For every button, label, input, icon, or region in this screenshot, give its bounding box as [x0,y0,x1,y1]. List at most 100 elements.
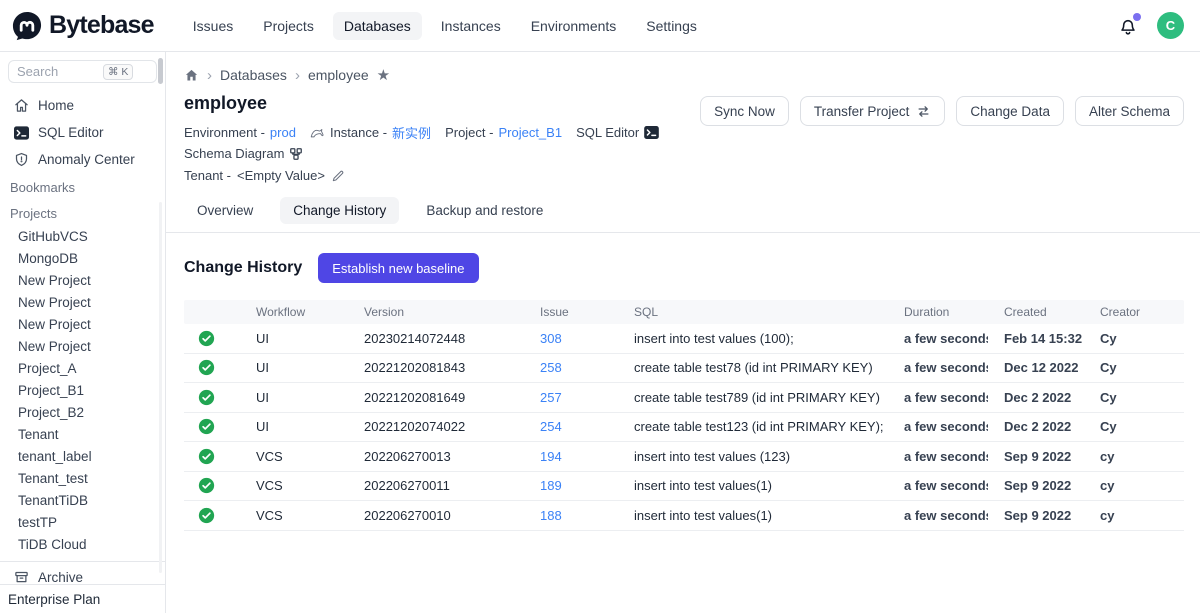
alter-schema-button[interactable]: Alter Schema [1075,96,1184,126]
cell-issue-link[interactable]: 189 [524,478,618,493]
table-header-creator: Creator [1084,305,1184,319]
establish-baseline-button[interactable]: Establish new baseline [318,253,478,283]
cell-issue-link[interactable]: 188 [524,508,618,523]
sidebar-item-sql-editor[interactable]: SQL Editor [8,119,157,146]
cell-issue-link[interactable]: 257 [524,390,618,405]
nav-item-issues[interactable]: Issues [182,12,244,40]
tenant-meta: Tenant - <Empty Value> [184,168,700,183]
change-data-button[interactable]: Change Data [956,96,1064,126]
cell-sql: insert into test values (123) [618,449,888,464]
table-header-duration: Duration [888,305,988,319]
cell-sql: create table test78 (id int PRIMARY KEY) [618,360,888,375]
table-header-sql: SQL [618,305,888,319]
table-row[interactable]: VCS 202206270013 194 insert into test va… [184,442,1184,472]
sidebar-project-item[interactable]: New Project [8,269,157,291]
nav-item-instances[interactable]: Instances [430,12,512,40]
sidebar-project-item[interactable]: tenant_label [8,445,157,467]
swap-arrows-icon [916,104,931,119]
section-title: Change History [184,259,302,277]
cell-issue-link[interactable]: 308 [524,331,618,346]
sidebar-project-item[interactable]: MongoDB [8,247,157,269]
cell-workflow: UI [240,419,348,434]
breadcrumb-item-employee[interactable]: employee [308,67,369,83]
sql-editor-link[interactable]: SQL Editor [576,125,659,140]
project-link[interactable]: Project_B1 [498,125,562,140]
bytebase-logo-icon [12,11,42,41]
table-header-issue: Issue [524,305,618,319]
sidebar-project-item[interactable]: testTP [8,511,157,533]
cell-version: 20221202081843 [348,360,524,375]
sidebar-project-item[interactable]: Project_B2 [8,401,157,423]
breadcrumb-separator: › [295,67,300,84]
projects-section-label: Projects [8,199,157,225]
cell-creator: Cy [1084,360,1184,375]
tab-change-history[interactable]: Change History [280,197,399,224]
tab-overview[interactable]: Overview [184,197,266,224]
table-header-created: Created [988,305,1084,319]
cell-issue-link[interactable]: 254 [524,419,618,434]
nav-item-settings[interactable]: Settings [635,12,708,40]
project-label: Project - [445,125,493,140]
instance-link[interactable]: 新实例 [392,123,431,142]
edit-pencil-icon[interactable] [331,169,345,183]
cell-version: 20221202081649 [348,390,524,405]
sidebar-project-item[interactable]: Tenant_test [8,467,157,489]
breadcrumb-item-databases[interactable]: Databases [220,67,287,83]
table-header-workflow: Workflow [240,305,348,319]
sidebar-project-item[interactable]: TenantTiDB [8,489,157,511]
table-row[interactable]: UI 20221202081649 257 create table test7… [184,383,1184,413]
breadcrumb-separator: › [207,67,212,84]
cell-issue-link[interactable]: 194 [524,449,618,464]
table-row[interactable]: UI 20230214072448 308 insert into test v… [184,324,1184,354]
nav-item-databases[interactable]: Databases [333,12,422,40]
sidebar-project-item[interactable]: Tenant [8,423,157,445]
search-input[interactable] [17,64,103,79]
nav-item-environments[interactable]: Environments [520,12,628,40]
table-row[interactable]: VCS 202206270010 188 insert into test va… [184,501,1184,531]
cell-created: Sep 9 2022 [988,478,1084,493]
plan-label: Enterprise Plan [0,584,165,613]
notification-bell-button[interactable] [1117,15,1139,37]
cell-creator: cy [1084,478,1184,493]
sidebar-project-item[interactable]: New Project [8,291,157,313]
search-box[interactable]: ⌘ K [8,60,157,83]
table-row[interactable]: VCS 202206270011 189 insert into test va… [184,472,1184,502]
database-header: employee Environment - prod [166,84,1200,183]
sidebar-item-home[interactable]: Home [8,92,157,119]
breadcrumb-home-icon[interactable] [184,68,199,83]
schema-diagram-link[interactable]: Schema Diagram [184,146,303,161]
navbar-right: C [1117,12,1184,39]
cell-created: Dec 12 2022 [988,360,1084,375]
cell-workflow: UI [240,360,348,375]
nav-item-projects[interactable]: Projects [252,12,325,40]
cell-issue-link[interactable]: 258 [524,360,618,375]
sidebar-item-label: Anomaly Center [38,152,135,167]
cell-duration: a few seconds [888,508,988,523]
sidebar-item-label: Home [38,98,74,113]
cell-version: 202206270011 [348,478,524,493]
sync-now-button[interactable]: Sync Now [700,96,789,126]
sidebar-project-item[interactable]: GitHubVCS [8,225,157,247]
cell-created: Dec 2 2022 [988,419,1084,434]
cell-creator: Cy [1084,419,1184,434]
sidebar-item-anomaly-center[interactable]: Anomaly Center [8,146,157,173]
transfer-project-button[interactable]: Transfer Project [800,96,946,126]
sidebar-project-item[interactable]: New Project [8,335,157,357]
sidebar-project-item[interactable]: New Project [8,313,157,335]
environment-link[interactable]: prod [270,125,296,140]
sidebar-scrollbar-thumb[interactable] [158,58,163,84]
user-avatar[interactable]: C [1157,12,1184,39]
table-row[interactable]: UI 20221202074022 254 create table test1… [184,413,1184,443]
bytebase-logo[interactable]: Bytebase [12,11,154,41]
sidebar-project-item[interactable]: Project_B1 [8,379,157,401]
breadcrumb: › Databases › employee ★ [166,52,1200,84]
cell-sql: insert into test values(1) [618,508,888,523]
sidebar-project-item[interactable]: Project_A [8,357,157,379]
favorite-star-icon[interactable]: ★ [377,66,390,84]
tab-backup-restore[interactable]: Backup and restore [413,197,556,224]
database-header-left: employee Environment - prod [184,84,700,183]
table-row[interactable]: UI 20221202081843 258 create table test7… [184,354,1184,384]
cell-duration: a few seconds [888,419,988,434]
sidebar-project-item[interactable]: TiDB Cloud [8,533,157,555]
status-success-icon [198,507,215,524]
